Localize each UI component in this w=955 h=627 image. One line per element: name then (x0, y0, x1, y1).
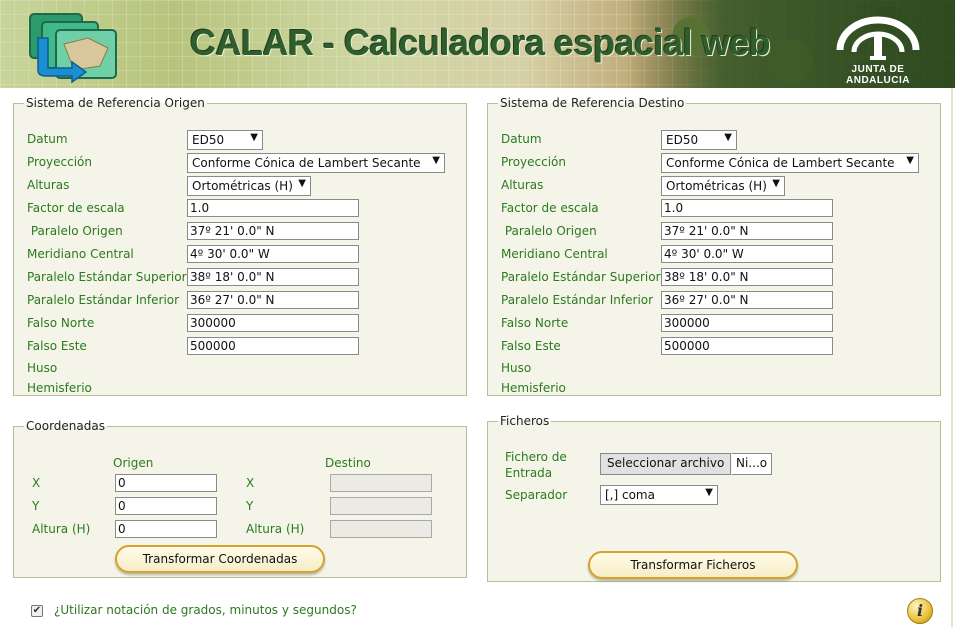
origin-datum-label: Datum (27, 132, 68, 146)
origin-std-sup-label: Paralelo Estándar Superior (27, 270, 187, 284)
origin-std-sup-input[interactable]: 38º 18' 0.0" N (187, 268, 359, 286)
info-icon[interactable]: i (907, 598, 933, 624)
select-file-button[interactable]: Seleccionar archivo (600, 453, 732, 475)
chevron-down-icon: ▼ (298, 178, 306, 189)
coords-origin-h-input[interactable]: 0 (115, 520, 217, 538)
coords-dest-x-label: X (246, 476, 255, 490)
dest-proyeccion-label: Proyección (501, 155, 566, 169)
origin-factor-label: Factor de escala (27, 201, 125, 215)
origin-meridiano-label: Meridiano Central (27, 247, 134, 261)
origin-proyeccion-value: Conforme Cónica de Lambert Secante (192, 156, 421, 170)
header-banner: CALAR - Calculadora espacial web JUNTA D… (0, 0, 955, 88)
files-separador-label: Separador (505, 488, 568, 502)
dest-huso-label: Huso (501, 361, 532, 375)
dest-meridiano-label: Meridiano Central (501, 247, 608, 261)
dest-falso-este-label: Falso Este (501, 339, 561, 353)
check-icon: ✔ (32, 605, 42, 616)
dest-factor-input[interactable]: 1.0 (661, 199, 833, 217)
origin-paralelo-origen-input[interactable]: 37º 21' 0.0" N (187, 222, 359, 240)
coords-origin-y-label: Y (32, 499, 40, 513)
transform-coordinates-button[interactable]: Transformar Coordenadas (115, 545, 325, 573)
files-panel: Ficheros Fichero de Entrada Seleccionar … (487, 414, 941, 582)
coords-dest-y-label: Y (246, 499, 254, 513)
origin-falso-este-input[interactable]: 500000 (187, 337, 359, 355)
chevron-down-icon: ▼ (772, 178, 780, 189)
origin-falso-este-label: Falso Este (27, 339, 87, 353)
coords-dest-h-label: Altura (H) (246, 522, 305, 536)
origin-std-inf-input[interactable]: 36º 27' 0.0" N (187, 291, 359, 309)
coords-dest-x-output (330, 474, 432, 492)
dest-alturas-select[interactable]: Ortométricas (H) ▼ (661, 176, 785, 196)
files-separador-value: [,] coma (605, 488, 655, 502)
origin-proyeccion-select[interactable]: Conforme Cónica de Lambert Secante ▼ (187, 153, 445, 173)
origin-huso-label: Huso (27, 361, 58, 375)
dest-falso-este-input[interactable]: 500000 (661, 337, 833, 355)
dest-proyeccion-value: Conforme Cónica de Lambert Secante (666, 156, 895, 170)
dest-paralelo-origen-input[interactable]: 37º 21' 0.0" N (661, 222, 833, 240)
coords-dest-h-output (330, 520, 432, 538)
coords-origin-x-input[interactable]: 0 (115, 474, 217, 492)
files-legend: Ficheros (500, 414, 550, 428)
origin-alturas-value: Ortométricas (H) (192, 179, 293, 193)
origin-falso-norte-input[interactable]: 300000 (187, 314, 359, 332)
coords-origin-h-label: Altura (H) (32, 522, 91, 536)
files-entrada-label-line1: Fichero de (505, 450, 567, 464)
destination-reference-panel: Sistema de Referencia Destino Datum ED50… (487, 96, 941, 396)
dms-checkbox-label[interactable]: ¿Utilizar notación de grados, minutos y … (54, 603, 357, 617)
coordinates-legend: Coordenadas (26, 419, 105, 433)
coords-origen-header: Origen (113, 456, 154, 470)
origin-reference-panel: Sistema de Referencia Origen Datum ED50 ▼… (13, 96, 467, 396)
destination-legend: Sistema de Referencia Destino (500, 96, 685, 110)
dest-paralelo-origen-label: Paralelo Origen (501, 224, 597, 238)
dest-std-inf-label: Paralelo Estándar Inferior (501, 293, 654, 307)
junta-andalucia-text: JUNTA DE ANDALUCIA (846, 64, 910, 86)
dest-falso-norte-label: Falso Norte (501, 316, 569, 330)
origin-proyeccion-label: Proyección (27, 155, 92, 169)
origin-falso-norte-label: Falso Norte (27, 316, 95, 330)
chevron-down-icon: ▼ (724, 132, 732, 143)
chevron-down-icon: ▼ (250, 132, 258, 143)
origin-datum-select[interactable]: ED50 ▼ (187, 130, 263, 150)
coords-dest-y-output (330, 497, 432, 515)
files-entrada-label-line2: Entrada (505, 466, 553, 480)
coordinates-panel: Coordenadas Origen Destino X 0 X Y 0 Y A… (13, 419, 467, 578)
dest-alturas-label: Alturas (501, 178, 544, 192)
origin-alturas-label: Alturas (27, 178, 70, 192)
dest-std-sup-label: Paralelo Estándar Superior (501, 270, 661, 284)
origin-meridiano-input[interactable]: 4º 30' 0.0" W (187, 245, 359, 263)
dest-datum-value: ED50 (666, 133, 699, 147)
origin-hemisferio-label: Hemisferio (27, 381, 92, 395)
origin-alturas-select[interactable]: Ortométricas (H) ▼ (187, 176, 311, 196)
coords-destino-header: Destino (325, 456, 371, 470)
origin-std-inf-label: Paralelo Estándar Inferior (27, 293, 180, 307)
dest-alturas-value: Ortométricas (H) (666, 179, 767, 193)
dest-datum-select[interactable]: ED50 ▼ (661, 130, 737, 150)
dest-factor-label: Factor de escala (501, 201, 599, 215)
coords-origin-y-input[interactable]: 0 (115, 497, 217, 515)
dest-std-sup-input[interactable]: 38º 18' 0.0" N (661, 268, 833, 286)
transform-files-button[interactable]: Transformar Ficheros (588, 551, 798, 579)
chevron-down-icon: ▼ (432, 155, 440, 166)
chevron-down-icon: ▼ (906, 155, 914, 166)
origin-datum-value: ED50 (192, 133, 225, 147)
dest-datum-label: Datum (501, 132, 542, 146)
calar-logo-icon (29, 13, 117, 84)
dest-hemisferio-label: Hemisferio (501, 381, 566, 395)
dms-checkbox[interactable]: ✔ (31, 605, 43, 617)
files-separador-select[interactable]: [,] coma ▼ (600, 485, 718, 505)
dest-meridiano-input[interactable]: 4º 30' 0.0" W (661, 245, 833, 263)
coords-origin-x-label: X (32, 476, 41, 490)
origin-paralelo-origen-label: Paralelo Origen (27, 224, 123, 238)
app-title: CALAR - Calculadora espacial web (190, 22, 771, 63)
origin-factor-input[interactable]: 1.0 (187, 199, 359, 217)
right-edge-divider (951, 88, 953, 627)
selected-file-name: Ni...o (732, 453, 772, 475)
dest-std-inf-input[interactable]: 36º 27' 0.0" N (661, 291, 833, 309)
chevron-down-icon: ▼ (705, 487, 713, 498)
dest-falso-norte-input[interactable]: 300000 (661, 314, 833, 332)
origin-legend: Sistema de Referencia Origen (26, 96, 205, 110)
dest-proyeccion-select[interactable]: Conforme Cónica de Lambert Secante ▼ (661, 153, 919, 173)
